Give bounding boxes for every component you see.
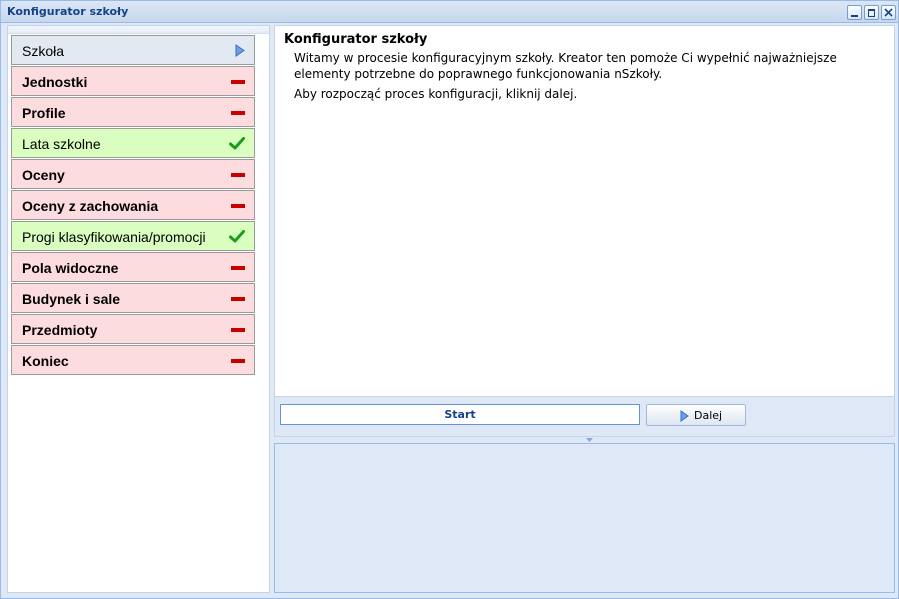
minimize-icon[interactable] [847,5,862,20]
minus-icon [231,297,245,301]
step-pola-widoczne[interactable]: Pola widoczne [11,252,255,282]
step-szkola[interactable]: Szkoła [11,35,255,65]
steps-panel: Szkoła Jednostki Profile Lata szkolne Oc… [7,25,270,593]
steps-panel-header [8,26,269,34]
next-button[interactable]: Dalej [646,404,746,426]
checkmark-icon [229,137,245,150]
step-lata-szkolne[interactable]: Lata szkolne [11,128,255,158]
minus-icon [231,80,245,84]
step-label: Budynek i sale [22,291,121,307]
welcome-paragraph: Witamy w procesie konfiguracyjnym szkoły… [294,51,837,81]
step-label: Oceny z zachowania [22,198,159,214]
step-oceny[interactable]: Oceny [11,159,255,189]
step-jednostki[interactable]: Jednostki [11,66,255,96]
minus-icon [231,173,245,177]
step-label: Jednostki [22,74,88,90]
minus-icon [231,266,245,270]
maximize-icon[interactable] [864,5,879,20]
content-panel: Konfigurator szkoły Witamy w procesie ko… [274,25,895,397]
close-icon[interactable] [881,5,896,20]
step-label: Profile [22,105,66,121]
step-profile[interactable]: Profile [11,97,255,127]
window-titlebar[interactable]: Konfigurator szkoły [1,1,898,23]
minus-icon [231,204,245,208]
step-koniec[interactable]: Koniec [11,345,255,375]
content-title: Konfigurator szkoły [284,32,428,47]
details-panel [274,443,895,593]
next-button-label: Dalej [694,409,723,422]
wizard-toolbar: Start Dalej [274,397,895,437]
step-label: Przedmioty [22,322,98,338]
progress-bar: Start [280,404,640,425]
step-progi-klasyfikowania[interactable]: Progi klasyfikowania/promocji [11,221,255,251]
minus-icon [231,359,245,363]
progress-label: Start [444,408,476,421]
step-oceny-z-zachowania[interactable]: Oceny z zachowania [11,190,255,220]
step-przedmioty[interactable]: Przedmioty [11,314,255,344]
arrow-right-icon [235,44,245,57]
instruction-paragraph: Aby rozpocząć proces konfiguracji, klikn… [294,87,578,101]
step-label: Szkoła [22,43,65,59]
step-label: Lata szkolne [22,136,101,152]
minus-icon [231,111,245,115]
step-label: Oceny [22,167,65,183]
step-label: Koniec [22,353,69,369]
configurator-window: Konfigurator szkoły Szkoła Jednostki Pro… [0,0,899,599]
step-budynek-i-sale[interactable]: Budynek i sale [11,283,255,313]
window-title: Konfigurator szkoły [7,5,129,18]
collapse-arrow-icon[interactable] [586,438,593,442]
minus-icon [231,328,245,332]
step-label: Progi klasyfikowania/promocji [22,229,206,245]
checkmark-icon [229,230,245,243]
step-label: Pola widoczne [22,260,119,276]
arrow-right-icon [680,410,689,422]
